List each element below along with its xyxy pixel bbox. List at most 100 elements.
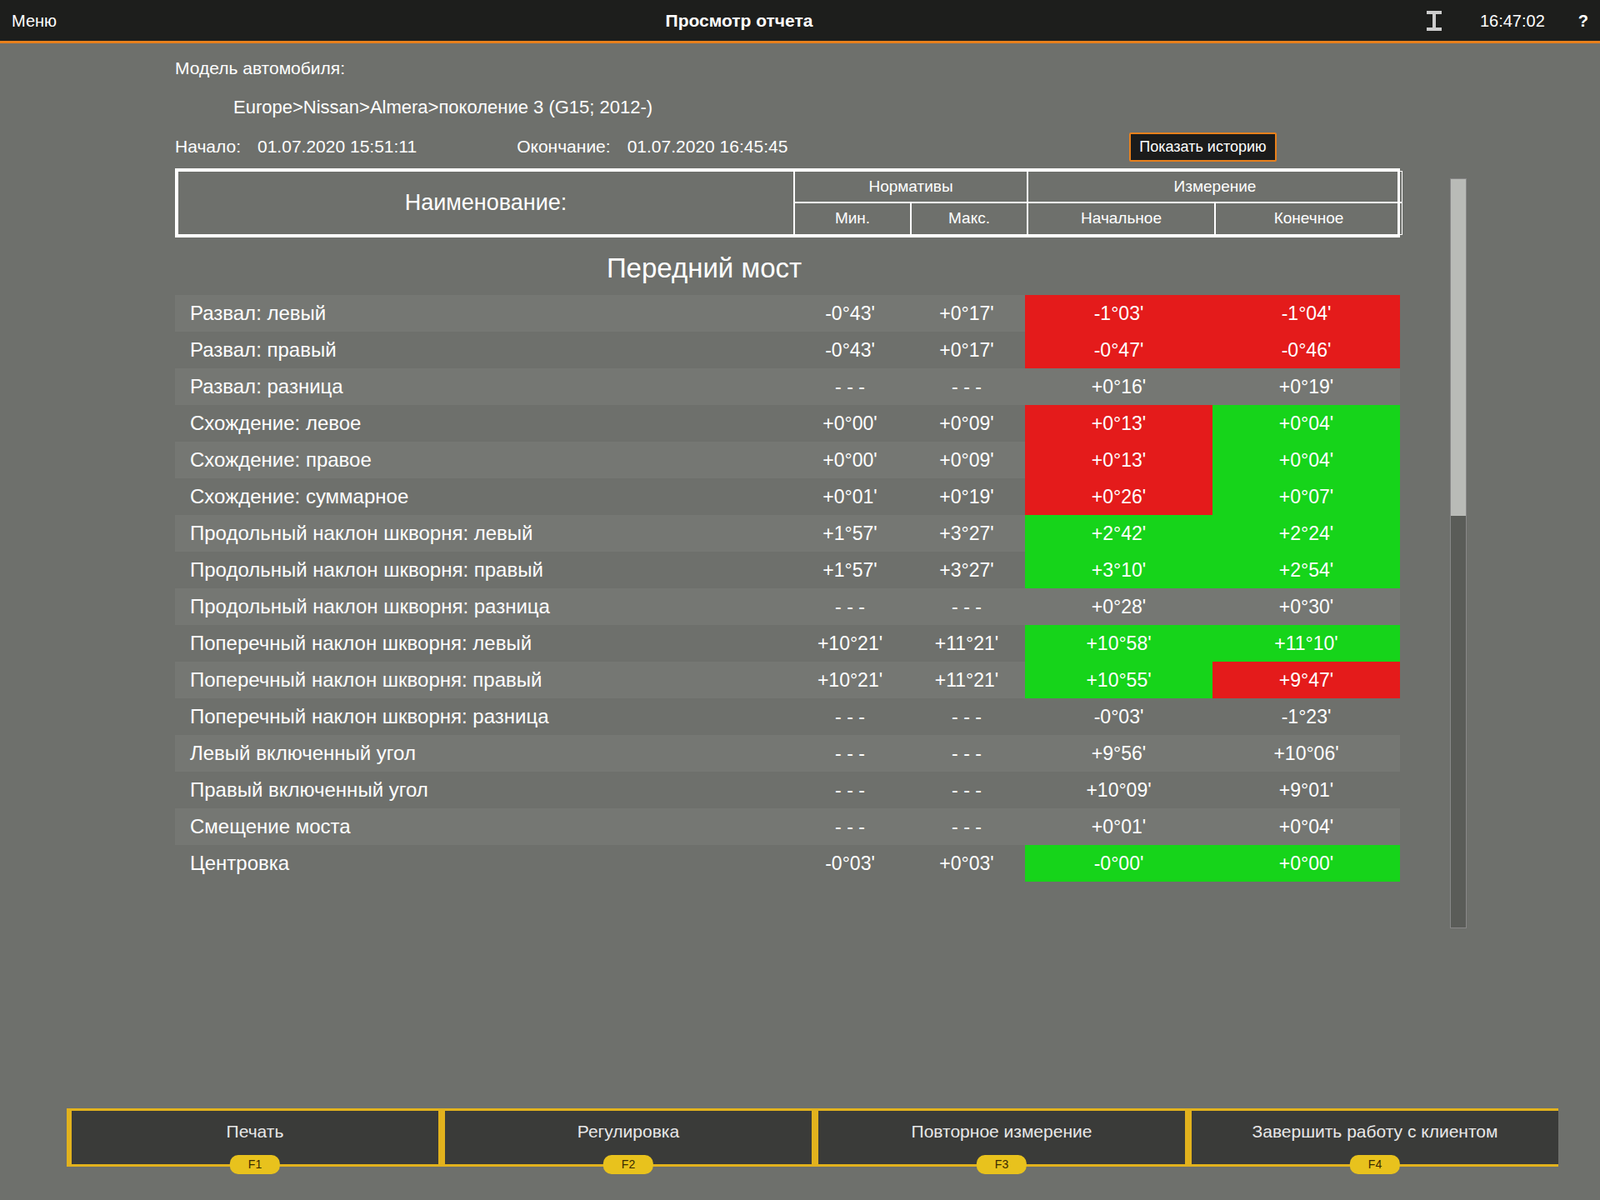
final-cell: +11°10' [1212, 625, 1400, 662]
initial-cell: +0°13' [1025, 405, 1213, 442]
parameter-name: Продольный наклон шкворня: левый [175, 515, 792, 552]
table-row: Поперечный наклон шкворня: правый+10°21'… [175, 661, 1400, 699]
initial-cell: +0°28' [1025, 588, 1213, 625]
vehicle-path: Europe>Nissan>Almera>поколение 3 (G15; 2… [175, 93, 1600, 121]
footer-bar: ПечатьF1РегулировкаF2Повторное измерение… [66, 1108, 1559, 1167]
final-cell: +0°30' [1212, 588, 1400, 625]
min-value: - - - [791, 735, 909, 772]
initial-value: +0°01' [1091, 812, 1146, 842]
initial-value: +3°10' [1091, 555, 1146, 585]
max-value: - - - [908, 808, 1025, 845]
initial-value: -0°03' [1094, 702, 1145, 732]
min-value: - - - [791, 771, 909, 809]
final-cell: +0°04' [1212, 441, 1400, 479]
final-value: -1°23' [1281, 702, 1332, 732]
final-value: -0°46' [1281, 335, 1332, 365]
footer-button[interactable]: Повторное измерениеF3 [811, 1110, 1185, 1165]
report-table: Наименование:НормативыИзмерениеМин.Макс.… [175, 161, 1400, 1110]
parameter-name: Смещение моста [175, 808, 792, 845]
final-cell: -1°23' [1212, 698, 1400, 735]
max-value: - - - [908, 588, 1025, 625]
initial-value: -1°03' [1094, 299, 1145, 329]
table-row: Поперечный наклон шкворня: разница- - --… [175, 698, 1400, 735]
final-value: +0°30' [1279, 592, 1334, 622]
window-title: Просмотр отчета [665, 7, 814, 35]
max-value: +0°09' [908, 441, 1025, 479]
max-value: +0°03' [908, 845, 1025, 882]
min-value: +0°00' [791, 405, 909, 442]
parameter-name: Центровка [175, 845, 792, 882]
initial-header: Начальное [1027, 202, 1215, 235]
parameter-name: Поперечный наклон шкворня: разница [175, 698, 792, 735]
table-row: Продольный наклон шкворня: правый+1°57'+… [175, 551, 1400, 589]
parameter-name: Поперечный наклон шкворня: левый [175, 625, 792, 662]
scrollbar-thumb[interactable] [1450, 179, 1466, 516]
footer-button-label: Регулировка [577, 1118, 680, 1145]
table-row: Смещение моста- - -- - -+0°01'+0°04' [175, 808, 1400, 845]
initial-cell: -0°47' [1025, 331, 1213, 369]
footer-button[interactable]: Завершить работу с клиентомF4 [1185, 1110, 1559, 1165]
final-cell: +0°07' [1212, 478, 1400, 515]
help-button[interactable]: ? [1578, 8, 1589, 34]
table-row: Продольный наклон шкворня: разница- - --… [175, 588, 1400, 625]
menu-button[interactable]: Меню [11, 8, 57, 34]
parameter-name: Схождение: правое [175, 441, 792, 479]
vehicle-label: Модель автомобиля: [175, 55, 1600, 82]
max-value: +11°21' [908, 625, 1025, 662]
table-row: Продольный наклон шкворня: левый+1°57'+3… [175, 515, 1400, 552]
clock: 16:47:02 [1480, 8, 1545, 34]
final-value: +0°04' [1279, 445, 1334, 475]
final-value: +2°54' [1279, 555, 1334, 585]
min-value: -0°43' [791, 331, 909, 369]
initial-value: +10°58' [1085, 629, 1151, 659]
final-value: +9°01' [1279, 775, 1334, 805]
initial-cell: +0°13' [1025, 441, 1213, 479]
min-value: +1°57' [791, 551, 909, 589]
initial-value: -0°47' [1094, 335, 1145, 365]
initial-cell: +9°56' [1025, 735, 1213, 772]
parameter-name: Поперечный наклон шкворня: правый [175, 661, 792, 699]
final-value: +0°00' [1279, 849, 1334, 879]
table-row: Левый включенный угол- - -- - -+9°56'+10… [175, 735, 1400, 772]
parameter-name: Развал: левый [175, 295, 792, 332]
norms-header: Нормативы [794, 170, 1028, 204]
max-value: +3°27' [908, 551, 1025, 589]
hotkey-badge: F2 [603, 1155, 654, 1175]
footer-button[interactable]: РегулировкаF2 [438, 1110, 812, 1165]
final-cell: +9°47' [1212, 661, 1400, 699]
min-value: +0°00' [791, 441, 909, 479]
final-cell: +0°00' [1212, 845, 1400, 882]
max-value: - - - [908, 368, 1025, 405]
initial-value: +0°13' [1091, 445, 1146, 475]
footer-button-label: Печать [226, 1118, 285, 1145]
final-value: +0°04' [1279, 812, 1334, 842]
show-history-button[interactable]: Показать историю [1129, 132, 1276, 162]
report-info: Модель автомобиля: Europe>Nissan>Almera>п… [0, 43, 1600, 162]
final-cell: +2°54' [1212, 551, 1400, 589]
initial-value: +0°26' [1091, 482, 1146, 512]
initial-value: -0°00' [1094, 849, 1145, 879]
parameter-name: Продольный наклон шкворня: разница [175, 588, 792, 625]
top-bar-right: 16:47:02? [1421, 7, 1589, 35]
table-body: Развал: левый-0°43'+0°17'-1°03'-1°04'Раз… [175, 295, 1400, 882]
parameter-name: Продольный наклон шкворня: правый [175, 551, 792, 589]
scrollbar[interactable] [1450, 178, 1467, 929]
max-value: +11°21' [908, 661, 1025, 699]
final-value: -1°04' [1281, 299, 1332, 329]
top-bar: Меню Просмотр отчета 16:47:02? [0, 0, 1600, 44]
measure-header: Измерение [1027, 170, 1403, 204]
initial-cell: +10°58' [1025, 625, 1213, 662]
initial-value: +10°55' [1085, 665, 1151, 695]
initial-value: +0°28' [1091, 592, 1146, 622]
initial-cell: -0°00' [1025, 845, 1213, 882]
final-value: +11°10' [1274, 629, 1338, 659]
footer-button[interactable]: ПечатьF1 [66, 1110, 439, 1165]
table-row: Развал: разница- - -- - -+0°16'+0°19' [175, 368, 1400, 405]
end-time: 01.07.2020 16:45:45 [627, 133, 789, 160]
table-row: Схождение: суммарное+0°01'+0°19'+0°26'+0… [175, 478, 1400, 515]
final-cell: +10°06' [1212, 735, 1400, 772]
table-header: Наименование:НормативыИзмерениеМин.Макс.… [175, 168, 1400, 238]
initial-value: +10°09' [1085, 775, 1151, 805]
final-cell: +9°01' [1212, 771, 1400, 809]
final-value: +10°06' [1273, 739, 1339, 769]
